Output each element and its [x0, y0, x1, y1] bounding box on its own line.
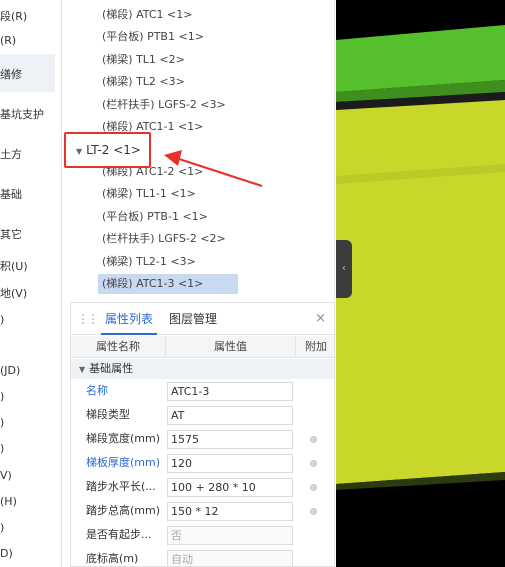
tree-item[interactable]: (平台板) PTB1 <1> — [98, 27, 208, 47]
tree-item[interactable]: (平台板) PTB-1 <1> — [98, 207, 212, 227]
sidebar-item[interactable]: 积(U) — [0, 258, 28, 274]
sidebar-item[interactable]: 段(R) — [0, 8, 27, 24]
property-row: 梯段宽度(mm) 1575 — [71, 427, 334, 451]
header-property-value: 属性值 — [166, 336, 296, 358]
close-icon[interactable]: × — [315, 311, 326, 326]
section-basic-properties[interactable]: ▼ 基础属性 — [71, 359, 334, 379]
property-name: 梯段宽度(mm) — [86, 432, 161, 445]
tree-item-selected[interactable]: (梯段) ATC1-3 <1> — [98, 274, 238, 294]
sidebar-item[interactable]: 基坑支护 — [0, 106, 44, 122]
sidebar-item[interactable]: (R) — [0, 34, 16, 47]
property-value-input[interactable]: AT — [167, 406, 293, 425]
property-row: 名称 ATC1-3 — [71, 379, 334, 403]
attach-checkbox[interactable] — [310, 484, 317, 491]
tree-item[interactable]: (栏杆扶手) LGFS-2 <2> — [98, 229, 230, 249]
attach-checkbox[interactable] — [310, 508, 317, 515]
property-row: 梯段类型 AT — [71, 403, 334, 427]
sidebar-item[interactable]: V) — [0, 469, 12, 482]
property-value-input[interactable]: 自动 — [167, 550, 293, 566]
property-name: 名称 — [86, 384, 108, 397]
sidebar-item[interactable]: ) — [0, 390, 4, 403]
sidebar-item[interactable]: 土方 — [0, 146, 22, 162]
property-value-input[interactable]: 否 — [167, 526, 293, 545]
property-name: 底标高(m) — [86, 552, 139, 565]
property-tabs: ⋮⋮ 属性列表 图层管理 × — [71, 303, 334, 335]
sidebar-item[interactable]: (JD) — [0, 364, 20, 377]
tree-item[interactable]: (梯梁) TL2-1 <3> — [98, 252, 200, 272]
property-table-header: 属性名称 属性值 附加 — [71, 336, 334, 358]
3d-model-render — [336, 0, 505, 567]
sidebar-item[interactable]: 缮修 — [0, 66, 22, 82]
header-attachment: 附加 — [305, 340, 327, 353]
sidebar-item[interactable]: ) — [0, 416, 4, 429]
property-row: 梯板厚度(mm) 120 — [71, 451, 334, 475]
property-value-input[interactable]: 120 — [167, 454, 293, 473]
property-row: 是否有起步... 否 — [71, 523, 334, 547]
sidebar-item[interactable]: ) — [0, 521, 4, 534]
panel-collapse-handle[interactable]: ‹ — [336, 240, 352, 298]
sidebar-item[interactable]: 其它 — [0, 226, 22, 242]
property-row: 踏步总高(mm) 150 * 12 — [71, 499, 334, 523]
tree-item[interactable]: (梯梁) TL1-1 <1> — [98, 184, 200, 204]
tree-group-lt-2[interactable]: ▼ LT-2 <1> — [76, 140, 141, 160]
caret-down-icon[interactable]: ▼ — [76, 142, 82, 162]
caret-down-icon[interactable]: ▼ — [79, 365, 85, 374]
left-sidebar: 段(R) (R) 缮修 基坑支护 土方 基础 其它 积(U) 地(V) ) (J… — [0, 0, 62, 567]
sidebar-item[interactable]: 地(V) — [0, 285, 27, 301]
tree-item[interactable]: (栏杆扶手) LGFS-2 <3> — [98, 95, 230, 115]
sidebar-item[interactable]: ) — [0, 442, 4, 455]
sidebar-item[interactable]: D) — [0, 547, 13, 560]
property-row: 底标高(m) 自动 — [71, 547, 334, 566]
attach-checkbox[interactable] — [310, 460, 317, 467]
header-property-name: 属性名称 — [71, 336, 166, 358]
property-value-input[interactable]: ATC1-3 — [167, 382, 293, 401]
property-name: 梯段类型 — [86, 408, 130, 421]
tree-item[interactable]: (梯段) ATC1-2 <1> — [98, 162, 207, 182]
tab-property-list[interactable]: 属性列表 — [101, 303, 158, 335]
property-value-input[interactable]: 1575 — [167, 430, 293, 449]
property-value-input[interactable]: 150 * 12 — [167, 502, 293, 521]
property-name: 踏步水平长(... — [86, 480, 156, 493]
tree-group-label: LT-2 <1> — [86, 143, 141, 157]
tab-layer-management[interactable]: 图层管理 — [165, 303, 221, 335]
sidebar-item[interactable]: (H) — [0, 495, 17, 508]
tree-item[interactable]: (梯梁) TL2 <3> — [98, 72, 189, 92]
property-panel: ⋮⋮ 属性列表 图层管理 × 属性名称 属性值 附加 ▼ 基础属性 名称 ATC1… — [70, 302, 335, 567]
component-tree: (梯段) ATC1 <1> (平台板) PTB1 <1> (梯梁) TL1 <2… — [70, 0, 335, 300]
section-label: 基础属性 — [89, 362, 134, 375]
property-name: 踏步总高(mm) — [86, 504, 161, 517]
property-value-input[interactable]: 100 + 280 * 10 — [167, 478, 293, 497]
sidebar-item[interactable]: 基础 — [0, 186, 22, 202]
chevron-left-icon: ‹ — [342, 263, 346, 274]
sidebar-item[interactable]: ) — [0, 313, 4, 326]
tree-item[interactable]: (梯段) ATC1 <1> — [98, 5, 196, 25]
property-row: 踏步水平长(... 100 + 280 * 10 — [71, 475, 334, 499]
drag-grip-icon[interactable]: ⋮⋮ — [77, 312, 99, 326]
tree-item[interactable]: (梯梁) TL1 <2> — [98, 50, 189, 70]
property-name: 梯板厚度(mm) — [86, 456, 161, 469]
tree-item[interactable]: (梯段) ATC1-1 <1> — [98, 117, 207, 137]
3d-viewport[interactable] — [336, 0, 505, 567]
property-name: 是否有起步... — [86, 528, 152, 541]
attach-checkbox[interactable] — [310, 436, 317, 443]
